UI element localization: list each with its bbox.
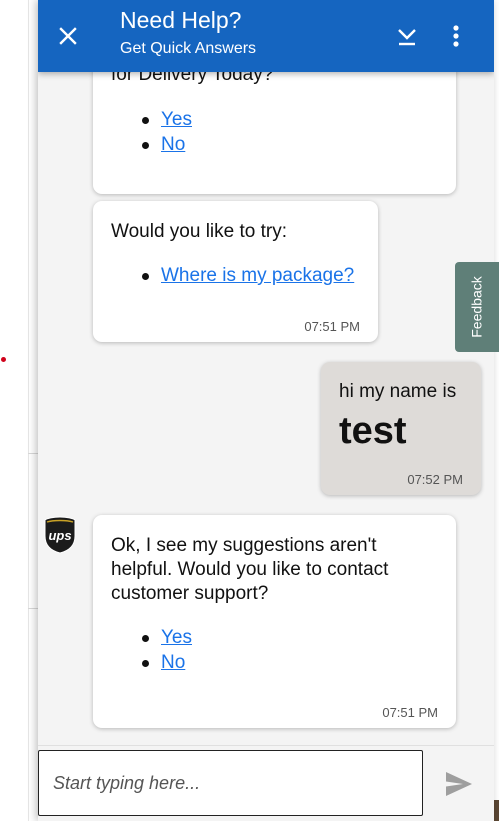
option-item: No (142, 651, 192, 676)
option-item: Where is my package? (141, 264, 354, 289)
composer (38, 745, 494, 821)
close-icon (59, 27, 77, 45)
message-timestamp: 07:51 PM (304, 319, 360, 334)
message-text: hi my name is (339, 381, 457, 402)
minimize-button[interactable] (389, 18, 425, 54)
chat-window: for Delivery Today? Yes No Would you lik… (38, 0, 494, 821)
option-yes-link[interactable]: Yes (161, 109, 192, 130)
chat-header: Need Help? Get Quick Answers (38, 0, 494, 72)
page-edge (28, 0, 29, 821)
header-title: Need Help? (120, 7, 242, 33)
close-button[interactable] (50, 18, 86, 54)
minimize-icon (398, 29, 416, 46)
option-no-link[interactable]: No (161, 652, 185, 673)
svg-text:ups: ups (48, 528, 71, 543)
user-message: hi my name is test 07:52 PM (321, 362, 481, 495)
page-dot (1, 357, 6, 362)
send-button[interactable] (439, 766, 479, 802)
bot-message: Ok, I see my suggestions aren't helpful.… (93, 515, 456, 728)
option-item: Yes (142, 108, 192, 133)
feedback-label: Feedback (469, 276, 486, 338)
message-timestamp: 07:51 PM (382, 705, 438, 720)
feedback-tab[interactable]: Feedback (455, 262, 499, 352)
message-text: Ok, I see my suggestions aren't helpful.… (111, 535, 389, 604)
send-icon (446, 772, 472, 796)
header-subtitle: Get Quick Answers (120, 40, 257, 57)
option-no-link[interactable]: No (161, 134, 185, 155)
option-item: No (142, 133, 192, 158)
more-options-button[interactable] (438, 18, 474, 54)
message-timestamp: 07:52 PM (407, 472, 463, 487)
message-input[interactable] (38, 750, 423, 816)
option-list: Where is my package? (141, 264, 354, 289)
bot-message: Would you like to try: Where is my packa… (93, 201, 378, 342)
option-list: Yes No (142, 108, 192, 158)
option-track-package-link[interactable]: Where is my package? (161, 265, 354, 286)
option-list: Yes No (142, 626, 192, 676)
message-text: Would you like to try: (111, 221, 288, 242)
option-yes-link[interactable]: Yes (161, 627, 192, 648)
more-vert-icon (453, 25, 459, 47)
message-big-text: test (339, 410, 407, 452)
ups-logo-avatar: ups (44, 516, 76, 554)
option-item: Yes (142, 626, 192, 651)
message-list[interactable]: for Delivery Today? Yes No Would you lik… (38, 0, 494, 745)
